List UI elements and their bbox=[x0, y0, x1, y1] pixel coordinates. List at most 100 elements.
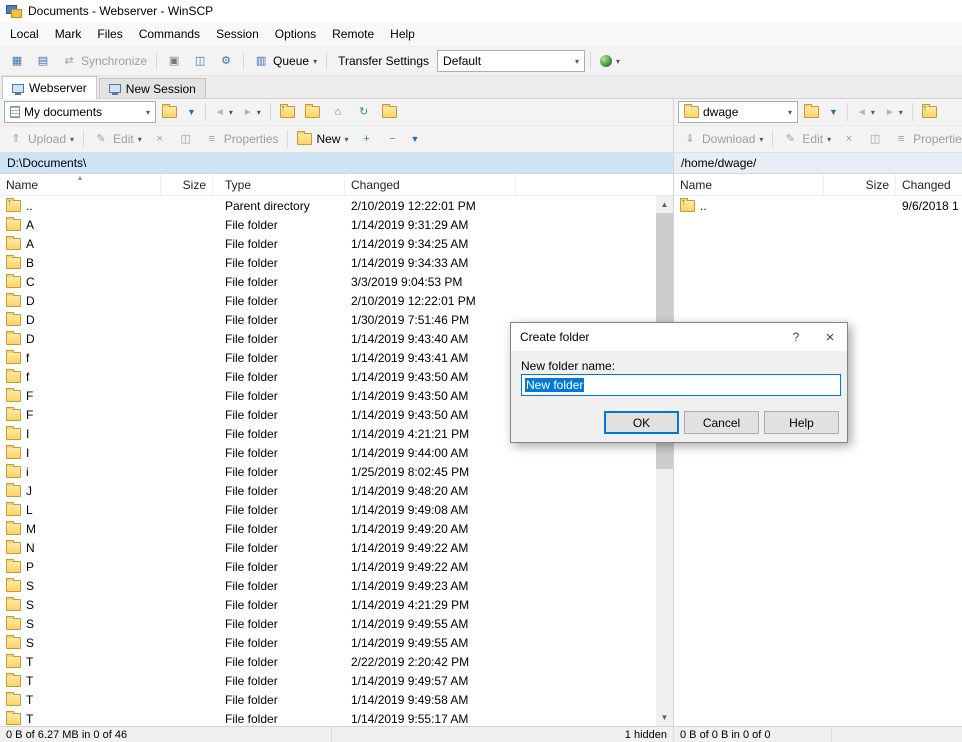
edit-button[interactable]: ✎ Edit ▾ bbox=[89, 128, 146, 150]
filter-button[interactable]: ▼ bbox=[825, 101, 842, 123]
directory-tree-button[interactable] bbox=[378, 101, 401, 123]
selection-filter-button[interactable]: ▼ bbox=[406, 128, 423, 150]
remote-path-bar[interactable]: /home/dwage/ bbox=[674, 153, 962, 174]
unselect-button[interactable]: − bbox=[380, 128, 404, 150]
find-icon: ◫ bbox=[192, 53, 208, 69]
session-color-button[interactable]: ▾ bbox=[596, 50, 624, 72]
column-header-changed[interactable]: Changed bbox=[345, 174, 516, 195]
column-header-size[interactable]: Size bbox=[161, 174, 213, 195]
parent-directory-button[interactable] bbox=[276, 101, 299, 123]
synchronize-button[interactable]: ⇄ Synchronize bbox=[57, 50, 151, 72]
column-header-name[interactable]: Name▴ bbox=[0, 174, 161, 195]
file-row[interactable]: TFile folder2/22/2019 2:20:42 PM bbox=[0, 652, 656, 671]
download-button[interactable]: ⇓ Download ▾ bbox=[678, 128, 767, 150]
menu-remote[interactable]: Remote bbox=[324, 22, 382, 46]
queue-button[interactable]: ▥ Queue ▾ bbox=[249, 50, 321, 72]
local-scrollbar[interactable]: ▲ ▼ bbox=[656, 196, 673, 726]
file-row[interactable]: TFile folder1/14/2019 9:55:17 AM bbox=[0, 709, 656, 726]
file-row[interactable]: iFile folder1/25/2019 8:02:45 PM bbox=[0, 462, 656, 481]
column-header-name[interactable]: Name bbox=[674, 174, 824, 195]
duplicate-button[interactable]: ◫ bbox=[174, 128, 198, 150]
remote-file-list: ..9/6/2018 1 bbox=[674, 196, 962, 726]
file-row[interactable]: SFile folder1/14/2019 9:49:55 AM bbox=[0, 633, 656, 652]
menu-commands[interactable]: Commands bbox=[131, 22, 208, 46]
column-header-type[interactable]: Type bbox=[213, 174, 345, 195]
preferences-button[interactable]: ⚙ bbox=[214, 50, 238, 72]
open-directory-button[interactable] bbox=[158, 101, 181, 123]
menu-session[interactable]: Session bbox=[208, 22, 267, 46]
tab-new-session[interactable]: New Session bbox=[99, 78, 206, 98]
delete-icon: × bbox=[841, 131, 857, 147]
back-button[interactable]: ◄▾ bbox=[853, 101, 879, 123]
edit-button[interactable]: ✎ Edit ▾ bbox=[778, 128, 835, 150]
menu-options[interactable]: Options bbox=[267, 22, 324, 46]
properties-button[interactable]: ≡ Properties bbox=[889, 128, 962, 150]
forward-button[interactable]: ►▾ bbox=[239, 101, 265, 123]
column-label: Size bbox=[183, 178, 206, 192]
menu-local[interactable]: Local bbox=[2, 22, 47, 46]
remote-command-toolbar: ⇓ Download ▾ ✎ Edit ▾ × ◫ ≡ Properties bbox=[674, 126, 962, 153]
file-row[interactable]: BFile folder1/14/2019 9:34:33 AM bbox=[0, 253, 656, 272]
remote-dir-combo[interactable]: dwage ▾ bbox=[678, 101, 798, 123]
file-row[interactable]: AFile folder1/14/2019 9:34:25 AM bbox=[0, 234, 656, 253]
root-directory-button[interactable] bbox=[301, 101, 324, 123]
file-row[interactable]: MFile folder1/14/2019 9:49:20 AM bbox=[0, 519, 656, 538]
file-row[interactable]: PFile folder1/14/2019 9:49:22 AM bbox=[0, 557, 656, 576]
open-directory-button[interactable] bbox=[800, 101, 823, 123]
scroll-up-icon[interactable]: ▲ bbox=[656, 196, 673, 213]
new-folder-name-input[interactable]: New folder bbox=[521, 374, 841, 396]
transfer-settings-combo[interactable]: Default ▾ bbox=[437, 50, 585, 72]
toolbar-separator bbox=[287, 130, 288, 148]
file-row[interactable]: NFile folder1/14/2019 9:49:22 AM bbox=[0, 538, 656, 557]
help-button[interactable]: Help bbox=[764, 411, 839, 434]
file-row[interactable]: ..9/6/2018 1 bbox=[674, 196, 962, 215]
session-tabs: WebserverNew Session bbox=[0, 76, 962, 99]
forward-button[interactable]: ►▾ bbox=[881, 101, 907, 123]
back-button[interactable]: ◄▾ bbox=[211, 101, 237, 123]
parent-directory-button[interactable] bbox=[918, 101, 941, 123]
file-name-cell: C bbox=[0, 273, 161, 291]
duplicate-button[interactable]: ◫ bbox=[863, 128, 887, 150]
menu-mark[interactable]: Mark bbox=[47, 22, 90, 46]
file-row[interactable]: CFile folder3/3/2019 9:04:53 PM bbox=[0, 272, 656, 291]
home-directory-button[interactable]: ⌂ bbox=[326, 101, 350, 123]
file-row[interactable]: TFile folder1/14/2019 9:49:57 AM bbox=[0, 671, 656, 690]
delete-button[interactable]: × bbox=[837, 128, 861, 150]
file-row[interactable]: SFile folder1/14/2019 9:49:55 AM bbox=[0, 614, 656, 633]
find-files-button[interactable]: ◫ bbox=[188, 50, 212, 72]
ok-button[interactable]: OK bbox=[604, 411, 679, 434]
select-button[interactable]: + bbox=[354, 128, 378, 150]
dialog-help-icon[interactable]: ? bbox=[779, 323, 813, 351]
local-path-bar[interactable]: D:\Documents\ bbox=[0, 153, 673, 174]
delete-button[interactable]: × bbox=[148, 128, 172, 150]
column-header-size[interactable]: Size bbox=[824, 174, 896, 195]
layout-button[interactable]: ▤ bbox=[31, 50, 55, 72]
tab-webserver[interactable]: Webserver bbox=[2, 76, 97, 99]
properties-button[interactable]: ≡ Properties bbox=[200, 128, 283, 150]
menu-help[interactable]: Help bbox=[382, 22, 423, 46]
file-row[interactable]: SFile folder1/14/2019 4:21:29 PM bbox=[0, 595, 656, 614]
file-name: B bbox=[26, 254, 34, 272]
column-header-changed[interactable]: Changed bbox=[896, 174, 962, 195]
upload-button[interactable]: ⇑ Upload ▾ bbox=[4, 128, 78, 150]
dialog-close-icon[interactable]: × bbox=[813, 323, 847, 351]
scroll-down-icon[interactable]: ▼ bbox=[656, 709, 673, 726]
refresh-button[interactable]: ↻ bbox=[352, 101, 376, 123]
cancel-button[interactable]: Cancel bbox=[684, 411, 759, 434]
new-button[interactable]: New ▾ bbox=[293, 128, 352, 150]
file-row[interactable]: SFile folder1/14/2019 9:49:23 AM bbox=[0, 576, 656, 595]
file-row[interactable]: TFile folder1/14/2019 9:49:58 AM bbox=[0, 690, 656, 709]
menu-files[interactable]: Files bbox=[89, 22, 130, 46]
console-button[interactable]: ▣ bbox=[162, 50, 186, 72]
file-row[interactable]: JFile folder1/14/2019 9:48:20 AM bbox=[0, 481, 656, 500]
file-row[interactable]: DFile folder2/10/2019 12:22:01 PM bbox=[0, 291, 656, 310]
file-row[interactable]: LFile folder1/14/2019 9:49:08 AM bbox=[0, 500, 656, 519]
open-folder-icon bbox=[162, 106, 177, 118]
commander-panels-button[interactable]: ▦ bbox=[5, 50, 29, 72]
file-row[interactable]: AFile folder1/14/2019 9:31:29 AM bbox=[0, 215, 656, 234]
file-type-cell: File folder bbox=[213, 558, 345, 576]
file-row[interactable]: ..Parent directory2/10/2019 12:22:01 PM bbox=[0, 196, 656, 215]
local-drive-combo[interactable]: My documents ▾ bbox=[4, 101, 156, 123]
filter-button[interactable]: ▼ bbox=[183, 101, 200, 123]
file-row[interactable]: IFile folder1/14/2019 9:44:00 AM bbox=[0, 443, 656, 462]
